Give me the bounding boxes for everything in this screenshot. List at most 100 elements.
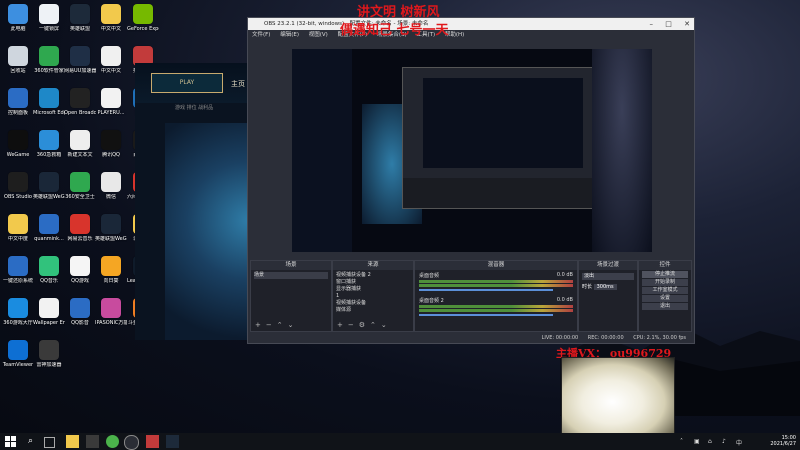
desktop-icon[interactable]: 360安全卫士	[64, 172, 96, 200]
desktop-icon[interactable]: Microsoft Edge	[33, 88, 65, 116]
desktop-icon[interactable]: 360软件管家	[33, 46, 65, 74]
desktop-icon[interactable]: Open Broadcast...	[64, 88, 96, 116]
desktop-icon[interactable]: WeGame	[2, 130, 34, 158]
clock[interactable]: 15:00 2021/6/27	[770, 435, 796, 447]
desktop-icon[interactable]: TeamViewer	[2, 340, 34, 368]
desktop-icon[interactable]: 英雄联盟WeGame版	[95, 214, 127, 242]
stop-streaming-button[interactable]: 停止推流	[642, 271, 688, 278]
app-icon	[101, 256, 121, 276]
duration-field[interactable]: 300ms	[593, 284, 617, 290]
menu-edit[interactable]: 编辑(E)	[280, 32, 299, 38]
minimize-icon[interactable]: –	[650, 20, 654, 28]
desktop-icon[interactable]: 一键还原系统	[2, 256, 34, 284]
menu-view[interactable]: 视图(V)	[309, 32, 328, 38]
file-explorer-icon[interactable]	[66, 435, 79, 448]
volume-slider[interactable]	[419, 289, 553, 291]
desktop-icon[interactable]: 腾讯QQ	[95, 130, 127, 158]
remove-icon[interactable]: −	[266, 321, 272, 329]
add-icon[interactable]: +	[337, 321, 343, 329]
windows-start-icon[interactable]	[4, 435, 17, 448]
app-icon	[8, 4, 28, 24]
tray-up-icon[interactable]: ˄	[680, 438, 683, 445]
desktop-icon[interactable]: 控制面板	[2, 88, 34, 116]
source-item[interactable]: 媒体源	[336, 307, 410, 314]
desktop-icon[interactable]: OBS Studio	[2, 172, 34, 200]
app-icon	[39, 340, 59, 360]
up-icon[interactable]: ⌃	[370, 321, 376, 329]
desktop-icon[interactable]: 网易UU加速器	[64, 46, 96, 74]
source-item[interactable]: 显示器捕获	[336, 286, 410, 293]
start-recording-button[interactable]: 开始录制	[642, 279, 688, 286]
desktop-icon[interactable]: 360急救箱	[33, 130, 65, 158]
source-item[interactable]: 窗口捕获	[336, 279, 410, 286]
desktop-icon[interactable]: 向日葵	[95, 256, 127, 284]
app-icon	[39, 46, 59, 66]
obs-window[interactable]: OBS 23.2.1 (32-bit, windows) - 配置文件: 未命名…	[247, 17, 695, 344]
app-icon	[8, 130, 28, 150]
desktop-icon[interactable]: Wallpaper Engine	[33, 298, 65, 326]
transition-select[interactable]: 淡出	[582, 273, 634, 280]
league-taskbar-icon[interactable]	[166, 435, 179, 448]
desktop-icon[interactable]: 雷神加速器	[33, 340, 65, 368]
desktop-icon-label: 新建文本文	[67, 152, 93, 158]
volume-icon[interactable]: ♪	[722, 438, 726, 445]
desktop-icon[interactable]: 新建文本文	[64, 130, 96, 158]
obs-taskbar-icon[interactable]	[124, 435, 139, 450]
desktop-icon[interactable]: QQ影音	[64, 298, 96, 326]
task-view-icon[interactable]	[44, 437, 55, 448]
app-icon	[39, 214, 59, 234]
down-icon[interactable]: ⌄	[288, 321, 294, 329]
source-item[interactable]: 1	[336, 293, 410, 300]
desktop-icon[interactable]: 网易云音乐	[64, 214, 96, 242]
source-item[interactable]: 视频捕获设备	[336, 300, 410, 307]
desktop-icon[interactable]: IPASONIC万能软件	[95, 298, 127, 326]
desktop-icon[interactable]: 中文中文	[95, 46, 127, 74]
desktop-icon[interactable]: 此电脑	[2, 4, 34, 32]
ime-icon[interactable]: 中	[736, 438, 742, 447]
exit-button[interactable]: 退出	[642, 303, 688, 310]
down-icon[interactable]: ⌄	[381, 321, 387, 329]
tab-home[interactable]: 主页	[231, 79, 245, 89]
app-icon	[70, 88, 90, 108]
store-icon[interactable]	[86, 435, 99, 448]
desktop-icon-label: QQ游戏	[71, 278, 89, 284]
desktop-icon-label: quanmink...	[34, 236, 64, 242]
app-icon	[133, 4, 153, 24]
app-taskbar-icon[interactable]	[146, 435, 159, 448]
desktop-icon[interactable]: 360游戏大厅	[2, 298, 34, 326]
desktop-icon[interactable]: 英雄联盟WeGame版	[33, 172, 65, 200]
source-item[interactable]: 视频捕获设备 2	[336, 272, 410, 279]
remove-icon[interactable]: −	[348, 321, 354, 329]
channel-db: 0.0 dB	[556, 272, 573, 278]
obs-preview[interactable]	[292, 49, 652, 252]
desktop-icon[interactable]: quanmink...	[33, 214, 65, 242]
menu-file[interactable]: 文件(F)	[252, 32, 270, 38]
desktop-icon[interactable]: 中文中文	[95, 4, 127, 32]
desktop-icon[interactable]: PLAYERU...	[95, 88, 127, 116]
desktop-icon[interactable]: 回收站	[2, 46, 34, 74]
scene-item[interactable]: 场景	[254, 272, 328, 279]
search-icon[interactable]: ⌕	[24, 435, 37, 448]
close-icon[interactable]: ✕	[684, 20, 690, 28]
play-button[interactable]: PLAY	[151, 73, 223, 93]
client-subnav[interactable]: 游戏 排位 战利品	[175, 104, 213, 111]
browser-icon[interactable]	[106, 435, 119, 448]
desktop-icon[interactable]: QQ游戏	[64, 256, 96, 284]
desktop-icon[interactable]: 英雄联盟	[64, 4, 96, 32]
desktop-icon-label: Microsoft Edge	[33, 110, 65, 116]
desktop-icon[interactable]: 微信	[95, 172, 127, 200]
settings-button[interactable]: 设置	[642, 295, 688, 302]
add-icon[interactable]: +	[255, 321, 261, 329]
desktop-icon[interactable]: 中文中度	[2, 214, 34, 242]
gear-icon[interactable]: ⚙	[359, 321, 365, 329]
desktop-icon[interactable]: QQ音乐	[33, 256, 65, 284]
tray-app-icon[interactable]: ▣	[694, 438, 700, 445]
studio-mode-button[interactable]: 工作室模式	[642, 287, 688, 294]
desktop-icon[interactable]: GeForce Experience	[127, 4, 159, 32]
network-icon[interactable]: ⌂	[708, 438, 712, 445]
desktop-icon[interactable]: 一键锁屏	[33, 4, 65, 32]
desktop-icon-label: 网易云音乐	[67, 236, 93, 242]
volume-slider[interactable]	[419, 314, 553, 316]
maximize-icon[interactable]: □	[665, 20, 672, 28]
up-icon[interactable]: ⌃	[277, 321, 283, 329]
